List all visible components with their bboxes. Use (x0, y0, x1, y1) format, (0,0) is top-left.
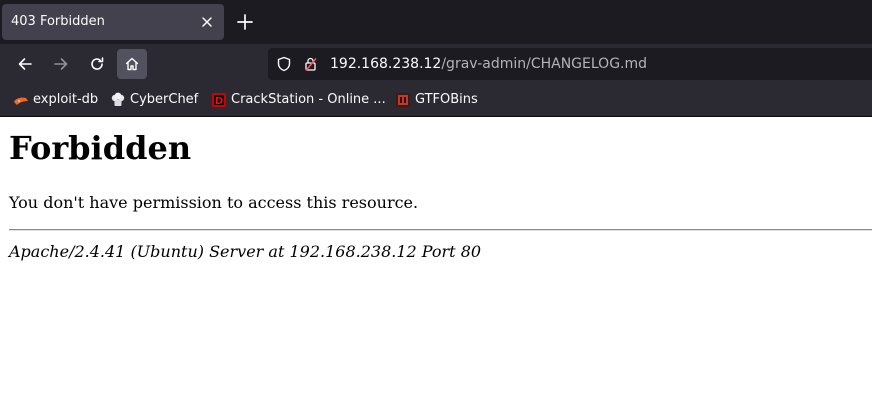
cyberchef-icon (110, 92, 126, 108)
page-content: Forbidden You don't have permission to a… (0, 117, 872, 413)
plus-icon[interactable] (235, 12, 255, 32)
url-host: 192.168.238.12 (330, 56, 442, 72)
nav-toolbar: 192.168.238.12/grav-admin/CHANGELOG.md (0, 44, 872, 84)
svg-text:D: D (215, 96, 223, 107)
shield-icon[interactable] (276, 56, 292, 76)
lock-warning-icon[interactable] (303, 56, 319, 76)
tab-strip: 403 Forbidden (0, 0, 872, 44)
reload-button[interactable] (82, 49, 112, 79)
tab-title: 403 Forbidden (11, 14, 105, 29)
close-icon[interactable] (198, 13, 216, 31)
reload-icon (91, 57, 104, 70)
url-text[interactable]: 192.168.238.12/grav-admin/CHANGELOG.md (330, 55, 647, 73)
back-button[interactable] (10, 49, 40, 79)
gtfobins-icon (395, 92, 411, 108)
server-signature: Apache/2.4.41 (Ubuntu) Server at 192.168… (9, 242, 482, 261)
tab-active[interactable]: 403 Forbidden (2, 4, 224, 40)
url-path: /grav-admin/CHANGELOG.md (441, 56, 648, 72)
bookmark-label: exploit-db (33, 92, 99, 107)
forward-button[interactable] (46, 49, 76, 79)
browser-window: 403 Forbidden 192.168.238.12/grav-admin/… (0, 0, 872, 413)
page-heading: Forbidden (9, 129, 192, 167)
url-bar[interactable]: 192.168.238.12/grav-admin/CHANGELOG.md (268, 48, 872, 80)
bookmarks-toolbar: exploit-db CyberChef D CrackStation - On… (0, 84, 872, 117)
crackstation-icon: D (211, 92, 227, 108)
arrow-right-icon (54, 58, 68, 70)
error-message: You don't have permission to access this… (9, 193, 419, 212)
home-icon (125, 57, 139, 71)
bookmark-label: CrackStation - Online ... (231, 92, 386, 107)
bookmark-label: CyberChef (130, 92, 199, 107)
divider (9, 229, 872, 231)
arrow-left-icon (18, 58, 32, 70)
bookmark-label: GTFOBins (415, 92, 478, 107)
home-button[interactable] (117, 49, 147, 79)
exploit-db-icon (13, 92, 29, 108)
